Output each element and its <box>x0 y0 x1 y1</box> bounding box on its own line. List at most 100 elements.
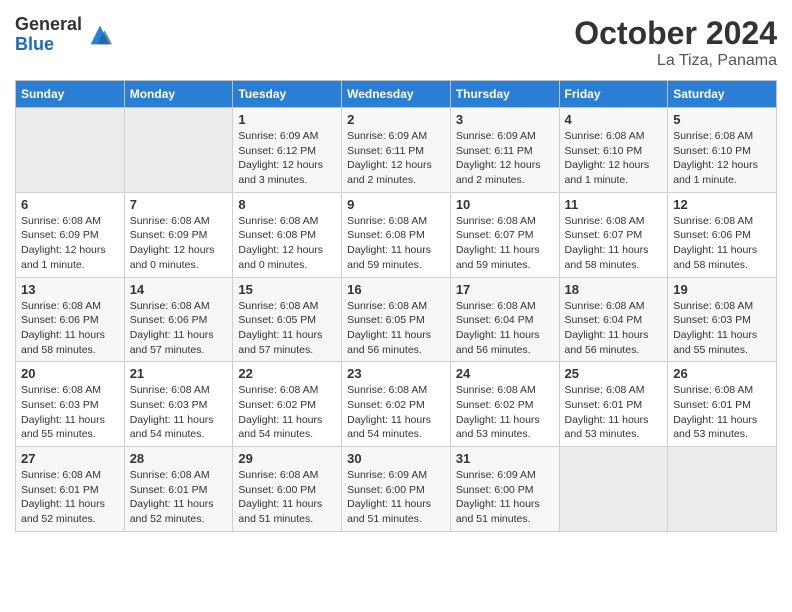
day-number: 25 <box>565 366 663 381</box>
day-cell: 10 Sunrise: 6:08 AM Sunset: 6:07 PM Dayli… <box>450 192 559 277</box>
day-info: Sunrise: 6:08 AM Sunset: 6:04 PM Dayligh… <box>565 299 663 358</box>
day-info: Sunrise: 6:09 AM Sunset: 6:00 PM Dayligh… <box>347 468 445 527</box>
day-number: 23 <box>347 366 445 381</box>
header-thursday: Thursday <box>450 81 559 108</box>
day-info: Sunrise: 6:09 AM Sunset: 6:11 PM Dayligh… <box>456 129 554 188</box>
page-title: October 2024 <box>574 15 777 52</box>
day-info: Sunrise: 6:08 AM Sunset: 6:06 PM Dayligh… <box>130 299 228 358</box>
header-row: SundayMondayTuesdayWednesdayThursdayFrid… <box>16 81 777 108</box>
calendar-table: SundayMondayTuesdayWednesdayThursdayFrid… <box>15 80 777 532</box>
day-cell <box>16 108 125 193</box>
day-number: 19 <box>673 282 771 297</box>
day-cell: 24 Sunrise: 6:08 AM Sunset: 6:02 PM Dayli… <box>450 362 559 447</box>
day-info: Sunrise: 6:08 AM Sunset: 6:05 PM Dayligh… <box>238 299 336 358</box>
day-cell: 21Sunrise: 6:08 AM Sunset: 6:03 PM Dayli… <box>124 362 233 447</box>
day-number: 22 <box>238 366 336 381</box>
day-cell: 5 Sunrise: 6:08 AM Sunset: 6:10 PM Daylig… <box>668 108 777 193</box>
header-friday: Friday <box>559 81 668 108</box>
week-row-4: 20 Sunrise: 6:08 AM Sunset: 6:03 PM Dayli… <box>16 362 777 447</box>
logo-general: General <box>15 15 82 35</box>
day-cell <box>124 108 233 193</box>
day-cell: 27 Sunrise: 6:08 AM Sunset: 6:01 PM Dayli… <box>16 447 125 532</box>
day-info: Sunrise: 6:08 AM Sunset: 6:00 PM Dayligh… <box>238 468 336 527</box>
day-number: 15 <box>238 282 336 297</box>
day-cell: 14Sunrise: 6:08 AM Sunset: 6:06 PM Dayli… <box>124 277 233 362</box>
day-cell: 17 Sunrise: 6:08 AM Sunset: 6:04 PM Dayli… <box>450 277 559 362</box>
day-number: 11 <box>565 197 663 212</box>
day-info: Sunrise: 6:08 AM Sunset: 6:01 PM Dayligh… <box>130 468 228 527</box>
title-area: October 2024 La Tiza, Panama <box>574 15 777 70</box>
day-number: 24 <box>456 366 554 381</box>
day-info: Sunrise: 6:08 AM Sunset: 6:04 PM Dayligh… <box>456 299 554 358</box>
logo-icon <box>86 21 114 49</box>
day-number: 27 <box>21 451 119 466</box>
day-info: Sunrise: 6:08 AM Sunset: 6:06 PM Dayligh… <box>21 299 119 358</box>
day-cell: 6Sunrise: 6:08 AM Sunset: 6:09 PM Daylig… <box>16 192 125 277</box>
day-number: 10 <box>456 197 554 212</box>
header-wednesday: Wednesday <box>342 81 451 108</box>
day-number: 31 <box>456 451 554 466</box>
day-number: 5 <box>673 112 771 127</box>
week-row-3: 13 Sunrise: 6:08 AM Sunset: 6:06 PM Dayli… <box>16 277 777 362</box>
day-info: Sunrise: 6:08 AM Sunset: 6:03 PM Dayligh… <box>673 299 771 358</box>
day-number: 3 <box>456 112 554 127</box>
day-cell: 9 Sunrise: 6:08 AM Sunset: 6:08 PM Daylig… <box>342 192 451 277</box>
day-cell: 1 Sunrise: 6:09 AM Sunset: 6:12 PM Daylig… <box>233 108 342 193</box>
day-number: 9 <box>347 197 445 212</box>
header-sunday: Sunday <box>16 81 125 108</box>
day-cell: 3 Sunrise: 6:09 AM Sunset: 6:11 PM Daylig… <box>450 108 559 193</box>
day-info: Sunrise: 6:08 AM Sunset: 6:03 PM Dayligh… <box>130 383 228 442</box>
day-number: 8 <box>238 197 336 212</box>
day-info: Sunrise: 6:08 AM Sunset: 6:07 PM Dayligh… <box>565 214 663 273</box>
day-info: Sunrise: 6:08 AM Sunset: 6:01 PM Dayligh… <box>565 383 663 442</box>
day-cell: 12Sunrise: 6:08 AM Sunset: 6:06 PM Dayli… <box>668 192 777 277</box>
day-cell: 8 Sunrise: 6:08 AM Sunset: 6:08 PM Daylig… <box>233 192 342 277</box>
day-info: Sunrise: 6:08 AM Sunset: 6:02 PM Dayligh… <box>347 383 445 442</box>
header-monday: Monday <box>124 81 233 108</box>
day-info: Sunrise: 6:09 AM Sunset: 6:11 PM Dayligh… <box>347 129 445 188</box>
week-row-2: 6 Sunrise: 6:08 AM Sunset: 6:09 PM Daylig… <box>16 192 777 277</box>
day-info: Sunrise: 6:08 AM Sunset: 6:10 PM Dayligh… <box>673 129 771 188</box>
day-info: Sunrise: 6:08 AM Sunset: 6:09 PM Dayligh… <box>130 214 228 273</box>
day-number: 6 <box>21 197 119 212</box>
header-tuesday: Tuesday <box>233 81 342 108</box>
day-cell: 15 Sunrise: 6:08 AM Sunset: 6:05 PM Dayli… <box>233 277 342 362</box>
day-cell: 18 Sunrise: 6:08 AM Sunset: 6:04 PM Dayli… <box>559 277 668 362</box>
day-cell: 25 Sunrise: 6:08 AM Sunset: 6:01 PM Dayli… <box>559 362 668 447</box>
day-cell: 16Sunrise: 6:08 AM Sunset: 6:05 PM Dayli… <box>342 277 451 362</box>
day-info: Sunrise: 6:08 AM Sunset: 6:08 PM Dayligh… <box>238 214 336 273</box>
week-row-5: 27 Sunrise: 6:08 AM Sunset: 6:01 PM Dayli… <box>16 447 777 532</box>
day-number: 2 <box>347 112 445 127</box>
day-number: 30 <box>347 451 445 466</box>
day-cell: 30 Sunrise: 6:09 AM Sunset: 6:00 PM Dayli… <box>342 447 451 532</box>
day-info: Sunrise: 6:09 AM Sunset: 6:00 PM Dayligh… <box>456 468 554 527</box>
day-number: 20 <box>21 366 119 381</box>
day-number: 7 <box>130 197 228 212</box>
day-info: Sunrise: 6:08 AM Sunset: 6:06 PM Dayligh… <box>673 214 771 273</box>
day-number: 26 <box>673 366 771 381</box>
day-cell: 7 Sunrise: 6:08 AM Sunset: 6:09 PM Daylig… <box>124 192 233 277</box>
day-number: 18 <box>565 282 663 297</box>
page-subtitle: La Tiza, Panama <box>574 52 777 70</box>
day-number: 13 <box>21 282 119 297</box>
day-cell: 26Sunrise: 6:08 AM Sunset: 6:01 PM Dayli… <box>668 362 777 447</box>
day-cell: 28Sunrise: 6:08 AM Sunset: 6:01 PM Dayli… <box>124 447 233 532</box>
day-number: 17 <box>456 282 554 297</box>
day-cell: 11 Sunrise: 6:08 AM Sunset: 6:07 PM Dayli… <box>559 192 668 277</box>
day-info: Sunrise: 6:09 AM Sunset: 6:12 PM Dayligh… <box>238 129 336 188</box>
day-cell <box>559 447 668 532</box>
logo-text: General Blue <box>15 15 82 55</box>
header: General Blue October 2024 La Tiza, Panam… <box>15 15 777 70</box>
day-info: Sunrise: 6:08 AM Sunset: 6:02 PM Dayligh… <box>238 383 336 442</box>
day-info: Sunrise: 6:08 AM Sunset: 6:10 PM Dayligh… <box>565 129 663 188</box>
day-cell: 13 Sunrise: 6:08 AM Sunset: 6:06 PM Dayli… <box>16 277 125 362</box>
day-info: Sunrise: 6:08 AM Sunset: 6:07 PM Dayligh… <box>456 214 554 273</box>
day-cell <box>668 447 777 532</box>
day-number: 1 <box>238 112 336 127</box>
logo: General Blue <box>15 15 114 55</box>
day-number: 16 <box>347 282 445 297</box>
day-info: Sunrise: 6:08 AM Sunset: 6:08 PM Dayligh… <box>347 214 445 273</box>
day-info: Sunrise: 6:08 AM Sunset: 6:02 PM Dayligh… <box>456 383 554 442</box>
day-info: Sunrise: 6:08 AM Sunset: 6:01 PM Dayligh… <box>21 468 119 527</box>
day-cell: 20Sunrise: 6:08 AM Sunset: 6:03 PM Dayli… <box>16 362 125 447</box>
